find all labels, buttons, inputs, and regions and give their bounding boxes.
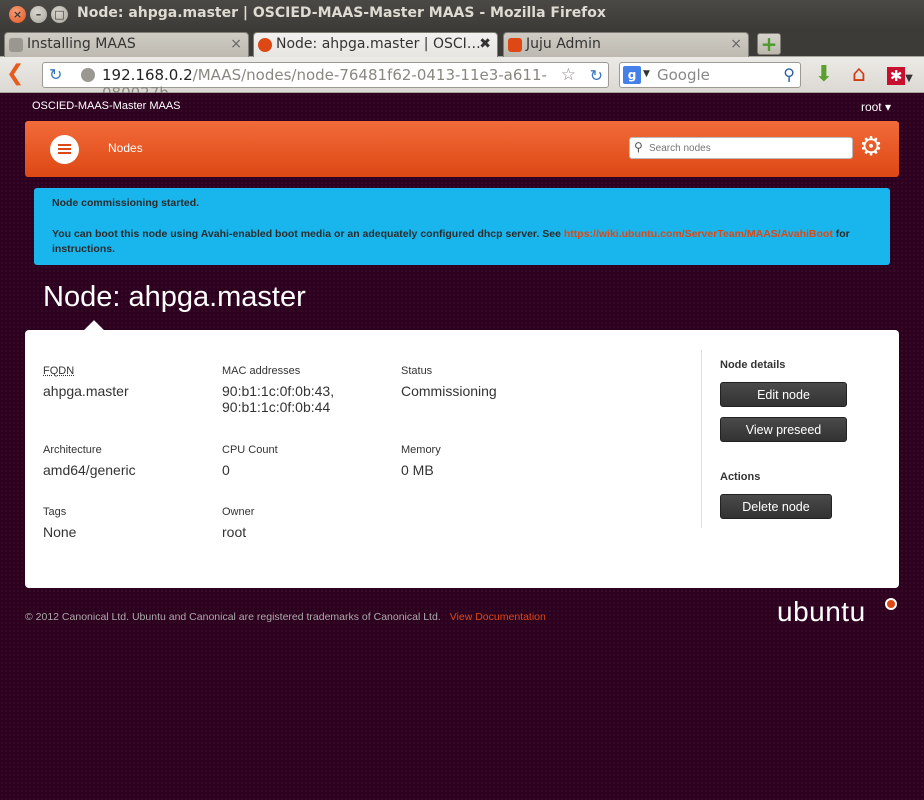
- cpu-label: CPU Count: [222, 444, 278, 456]
- tags-label: Tags: [43, 506, 67, 518]
- mac-value-1: 90:b1:1c:0f:0b:43,: [222, 383, 335, 399]
- copyright-text: © 2012 Canonical Ltd. Ubuntu and Canonic…: [25, 611, 441, 623]
- mac-label: MAC addresses: [222, 365, 301, 377]
- owner-value: root: [222, 524, 247, 540]
- page-icon: [9, 38, 23, 52]
- home-icon[interactable]: ⌂: [846, 63, 872, 89]
- edit-node-button[interactable]: Edit node: [720, 382, 847, 407]
- owner-label: Owner: [222, 506, 255, 518]
- alert-line-1: Node commissioning started.: [52, 197, 200, 209]
- fqdn-label: FQDN: [43, 365, 75, 377]
- page-content: OSCIED-MAAS-Master MAAS root ▾ Nodes ⚲ ⚙…: [0, 93, 924, 800]
- alert-text-prefix: You can boot this node using Avahi-enabl…: [52, 228, 564, 240]
- search-placeholder: Google: [657, 66, 710, 84]
- search-icon[interactable]: ⚲: [783, 65, 795, 84]
- new-tab-button[interactable]: +: [757, 33, 781, 55]
- addon-icon[interactable]: ✱ ▼: [881, 63, 919, 89]
- architecture-value: amd64/generic: [43, 462, 136, 478]
- close-tab-icon[interactable]: ×: [730, 36, 742, 52]
- status-value: Commissioning: [401, 383, 497, 399]
- tab-juju-admin[interactable]: Juju Admin ×: [503, 32, 749, 57]
- window-maximize-button[interactable]: □: [51, 6, 68, 23]
- web-search-box[interactable]: g ▼ Google ⚲: [619, 62, 801, 88]
- memory-field: Memory 0 MB: [401, 444, 441, 478]
- tab-label: Juju Admin: [526, 36, 601, 52]
- tab-bar: Installing MAAS × Node: ahpga.master | O…: [0, 29, 924, 57]
- circle-of-friends-icon: [885, 598, 897, 610]
- fqdn-field: FQDN ahpga.master: [43, 365, 129, 399]
- memory-value: 0 MB: [401, 462, 434, 478]
- window-close-button[interactable]: ×: [9, 6, 26, 23]
- search-nodes-field[interactable]: ⚲: [629, 137, 853, 159]
- cpu-field: CPU Count 0: [222, 444, 278, 478]
- node-details-panel: FQDN ahpga.master MAC addresses 90:b1:1c…: [25, 320, 899, 588]
- user-menu[interactable]: root ▾: [861, 100, 891, 114]
- memory-label: Memory: [401, 444, 441, 456]
- nav-nodes-link[interactable]: Nodes: [108, 141, 143, 155]
- window-title: Node: ahpga.master | OSCIED-MAAS-Master …: [77, 5, 606, 21]
- search-nodes-input[interactable]: [649, 140, 849, 156]
- juju-favicon-icon: [508, 38, 522, 52]
- panel-pointer: [84, 320, 104, 340]
- actions-heading: Actions: [720, 471, 761, 483]
- alert-line-2: You can boot this node using Avahi-enabl…: [52, 227, 872, 257]
- avahi-boot-link[interactable]: https://wiki.ubuntu.com/ServerTeam/MAAS/…: [564, 228, 833, 240]
- tab-installing-maas[interactable]: Installing MAAS ×: [4, 32, 249, 57]
- page-title: Node: ahpga.master: [43, 281, 306, 313]
- settings-gear-icon[interactable]: ⚙: [858, 134, 884, 160]
- mac-value-2: 90:b1:1c:0f:0b:44: [222, 399, 331, 415]
- engine-dropdown-icon[interactable]: ▼: [643, 69, 650, 79]
- url-host: 192.168.0.2: [102, 66, 193, 84]
- url-bar[interactable]: ↻ 192.168.0.2/MAAS/nodes/node-76481f62-0…: [42, 62, 609, 102]
- footer: © 2012 Canonical Ltd. Ubuntu and Canonic…: [25, 611, 546, 623]
- sidebar-divider: [701, 350, 702, 528]
- tags-value: None: [43, 524, 77, 540]
- go-arrow-icon[interactable]: ↻: [590, 66, 603, 85]
- close-tab-icon[interactable]: ✖: [479, 36, 491, 52]
- node-details-heading: Node details: [720, 359, 786, 371]
- bookmark-star-icon[interactable]: ☆: [561, 65, 576, 85]
- owner-field: Owner root: [222, 506, 254, 540]
- info-alert: Node commissioning started. You can boot…: [34, 188, 890, 265]
- google-icon[interactable]: g: [623, 66, 641, 84]
- maas-favicon-icon: [258, 38, 272, 52]
- architecture-field: Architecture amd64/generic: [43, 444, 136, 478]
- reload-icon[interactable]: ↻: [49, 66, 67, 84]
- status-label: Status: [401, 365, 433, 377]
- back-arrow-icon[interactable]: ❮: [6, 63, 30, 87]
- fqdn-value: ahpga.master: [43, 383, 129, 399]
- architecture-label: Architecture: [43, 444, 102, 456]
- tab-node-ahpga[interactable]: Node: ahpga.master | OSCI… ✖: [253, 32, 498, 57]
- delete-node-button[interactable]: Delete node: [720, 494, 832, 519]
- window-minimize-button[interactable]: –: [30, 6, 47, 23]
- site-name[interactable]: OSCIED-MAAS-Master MAAS: [32, 100, 181, 112]
- tab-label: Installing MAAS: [27, 36, 136, 52]
- menu-icon[interactable]: [50, 135, 79, 164]
- download-icon[interactable]: ⬇: [811, 63, 837, 89]
- main-header-bar: Nodes ⚲ ⚙: [25, 121, 899, 177]
- site-identity-icon[interactable]: [81, 68, 95, 82]
- search-icon: ⚲: [634, 140, 643, 154]
- view-preseed-button[interactable]: View preseed: [720, 417, 847, 442]
- window-titlebar: × – □ Node: ahpga.master | OSCIED-MAAS-M…: [0, 0, 924, 29]
- ubuntu-logo-text: ubuntu: [777, 596, 866, 627]
- cpu-value: 0: [222, 462, 230, 478]
- status-field: Status Commissioning: [401, 365, 497, 399]
- navigation-toolbar: ❮ ↻ 192.168.0.2/MAAS/nodes/node-76481f62…: [0, 57, 924, 102]
- view-documentation-link[interactable]: View Documentation: [450, 611, 546, 623]
- mac-field: MAC addresses 90:b1:1c:0f:0b:43, 90:b1:1…: [222, 365, 334, 415]
- close-tab-icon[interactable]: ×: [230, 36, 242, 52]
- tags-field: Tags None: [43, 506, 76, 540]
- tab-label: Node: ahpga.master | OSCI…: [276, 36, 481, 52]
- ubuntu-logo: ubuntu: [777, 596, 897, 628]
